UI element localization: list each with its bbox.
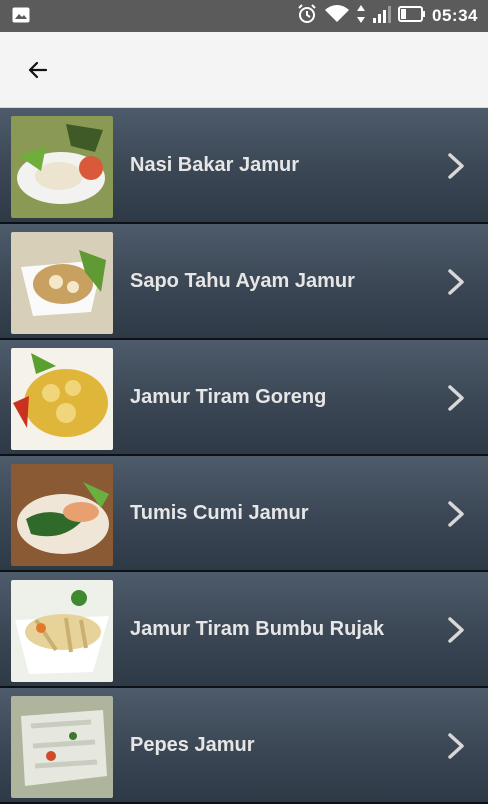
data-arrows-icon (356, 4, 366, 29)
recipe-title: Sapo Tahu Ayam Jamur (130, 270, 355, 292)
arrow-left-icon (28, 61, 48, 79)
recipe-thumbnail (11, 348, 113, 450)
chevron-right-icon (448, 385, 464, 411)
list-item[interactable]: Sapo Tahu Ayam Jamur (0, 224, 488, 340)
recipe-title: Jamur Tiram Goreng (130, 386, 327, 408)
recipe-title: Nasi Bakar Jamur (130, 154, 299, 176)
recipe-thumbnail (11, 464, 113, 566)
recipe-thumbnail (11, 580, 113, 682)
list-item[interactable]: Pepes Jamur (0, 688, 488, 804)
recipe-list: Nasi Bakar Jamur Sapo Tahu Ayam Jamur Ja… (0, 108, 488, 804)
chevron-right-icon (448, 733, 464, 759)
list-item[interactable]: Jamur Tiram Goreng (0, 340, 488, 456)
alarm-icon (296, 3, 318, 30)
chevron-right-icon (448, 501, 464, 527)
recipe-title: Tumis Cumi Jamur (130, 502, 309, 524)
recipe-thumbnail (11, 232, 113, 334)
chevron-right-icon (448, 269, 464, 295)
list-item[interactable]: Nasi Bakar Jamur (0, 108, 488, 224)
recipe-thumbnail (11, 696, 113, 798)
list-item[interactable]: Tumis Cumi Jamur (0, 456, 488, 572)
chevron-right-icon (448, 153, 464, 179)
status-bar: 05:34 (0, 0, 488, 32)
recipe-title: Jamur Tiram Bumbu Rujak (130, 618, 385, 640)
battery-icon (398, 5, 426, 28)
chevron-right-icon (448, 617, 464, 643)
recipe-title: Pepes Jamur (130, 734, 255, 756)
back-button[interactable] (16, 52, 60, 88)
image-icon (12, 7, 30, 23)
recipe-thumbnail (11, 116, 113, 218)
app-bar (0, 32, 488, 108)
clock-time: 05:34 (432, 6, 478, 25)
wifi-icon (324, 4, 350, 29)
list-item[interactable]: Jamur Tiram Bumbu Rujak (0, 572, 488, 688)
signal-icon (372, 4, 392, 29)
